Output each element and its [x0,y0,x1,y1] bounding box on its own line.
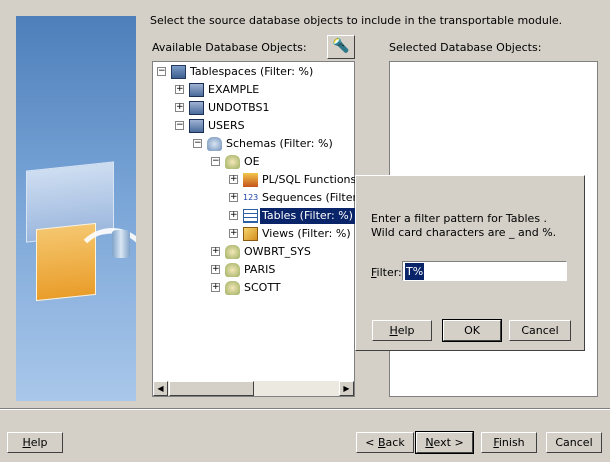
flashlight-icon: 🔦 [332,38,350,54]
tree-node-label: Tablespaces (Filter: %) [190,65,314,78]
collapse-icon[interactable]: − [157,67,166,76]
filter-dialog: Enter a filter pattern for Tables . Wild… [355,175,585,351]
cancel-button[interactable]: Cancel [546,432,602,453]
tree-node-label: Tables (Filter: %) [260,208,355,224]
expand-icon[interactable]: + [211,247,220,256]
scroll-left-icon[interactable]: ◀ [153,381,168,396]
next-button[interactable]: Next > [415,431,474,454]
expand-icon[interactable]: + [229,175,238,184]
tablespaces-icon [171,65,186,79]
tablespace-icon [189,119,204,133]
instruction-text: Select the source database objects to in… [150,14,563,27]
tablespace-icon [189,101,204,115]
horizontal-scrollbar[interactable]: ◀ ▶ [153,381,354,396]
tree-node-label: Views (Filter: %) [262,227,351,240]
tree-node-label: PARIS [244,263,276,276]
schemas-icon [207,137,222,151]
tree-node-label: Sequences (Filter: [262,191,361,204]
collapse-icon[interactable]: − [211,157,220,166]
expand-icon[interactable]: + [229,193,238,202]
tree-node-label: UNDOTBS1 [208,101,270,114]
available-objects-tree[interactable]: − Tablespaces (Filter: %) + EXAMPLE + UN… [152,61,361,397]
help-button[interactable]: Help [7,432,63,453]
tree-node-label: EXAMPLE [208,83,260,96]
view-icon [243,227,258,241]
available-objects-label: Available Database Objects: [152,41,307,54]
scroll-right-icon[interactable]: ▶ [339,381,354,396]
filter-label: Filter: [371,266,402,279]
tree-node-label: OE [244,155,260,168]
collapse-icon[interactable]: − [175,121,184,130]
schema-icon [225,245,240,259]
tree-node-label: PL/SQL Functions [262,173,357,186]
dialog-cancel-button[interactable]: Cancel [509,320,571,341]
tablespace-icon [189,83,204,97]
tree-node-label: OWBRT_SYS [244,245,311,258]
database-cylinder-graphic [112,230,130,258]
dialog-ok-button[interactable]: OK [442,319,502,342]
wizard-banner-image [16,16,136,401]
tree-node-label: USERS [208,119,245,132]
schema-icon [225,155,240,169]
expand-icon[interactable]: + [229,229,238,238]
finish-button[interactable]: Finish [481,432,537,453]
separator [0,409,610,410]
expand-icon[interactable]: + [175,85,184,94]
table-icon [243,209,258,223]
back-button[interactable]: < Back [356,432,414,453]
schema-icon [225,263,240,277]
dialog-help-button[interactable]: Help [372,320,432,341]
selected-objects-label: Selected Database Objects: [389,41,542,54]
expand-icon[interactable]: + [229,211,238,220]
tree-node-label: Schemas (Filter: %) [226,137,333,150]
filter-input[interactable]: T% [402,261,567,281]
collapse-icon[interactable]: − [193,139,202,148]
sequence-icon: 123 [243,193,259,202]
expand-icon[interactable]: + [211,265,220,274]
filter-dialog-message: Enter a filter pattern for Tables . Wild… [371,212,557,239]
expand-icon[interactable]: + [211,283,220,292]
schema-icon [225,281,240,295]
scrollbar-thumb[interactable] [169,381,254,396]
plsql-icon [243,173,258,187]
expand-icon[interactable]: + [175,103,184,112]
tree-node-label: SCOTT [244,281,281,294]
filter-button[interactable]: 🔦 [327,35,355,59]
